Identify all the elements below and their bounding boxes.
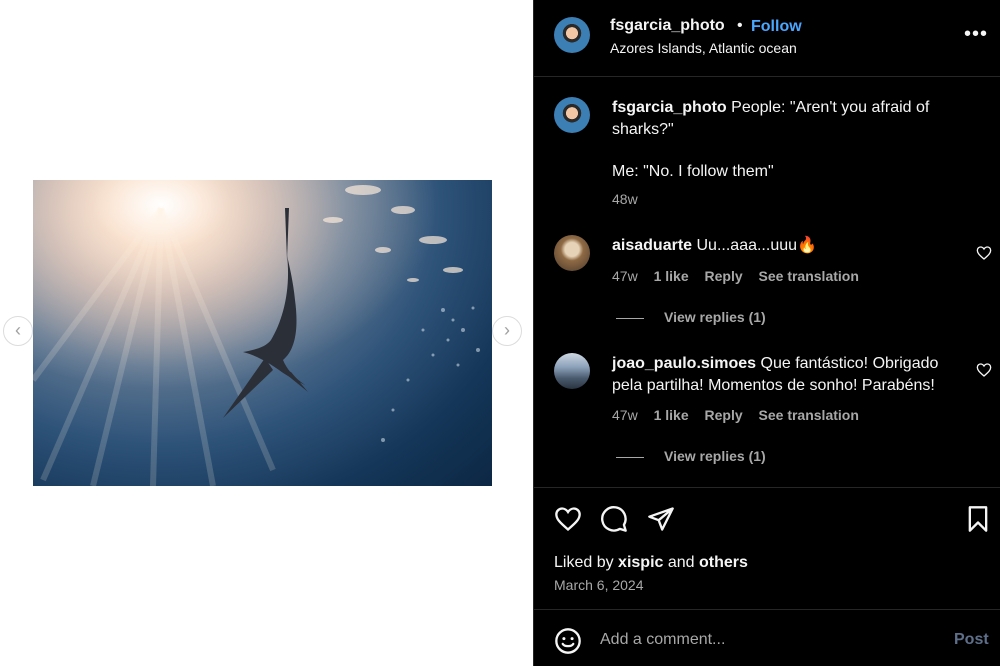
- like-comment-heart-icon[interactable]: [976, 245, 992, 261]
- comment-bubble-icon[interactable]: [600, 505, 628, 533]
- author-username[interactable]: fsgarcia_photo: [610, 17, 725, 35]
- liked-by-text: Liked by xispic and others: [554, 554, 748, 572]
- emoji-icon[interactable]: [554, 627, 582, 655]
- caption-meta: 48w: [612, 191, 650, 207]
- comment-avatar[interactable]: [554, 235, 590, 271]
- post-location[interactable]: Azores Islands, Atlantic ocean: [610, 40, 797, 56]
- view-replies-button[interactable]: View replies (1): [616, 448, 766, 464]
- view-replies-label: View replies (1): [664, 448, 766, 464]
- comment-input[interactable]: [600, 628, 940, 652]
- caption-line-2: Me: "No. I follow them": [612, 163, 774, 180]
- comment-reply-button[interactable]: Reply: [705, 407, 743, 423]
- liked-by-user[interactable]: xispic: [618, 554, 663, 571]
- caption-username[interactable]: fsgarcia_photo: [612, 99, 727, 116]
- post-panel: fsgarcia_photo • Follow Azores Islands, …: [533, 0, 1000, 666]
- media-pane: ‹ ›: [0, 0, 533, 666]
- post-comment-button[interactable]: Post: [954, 631, 989, 649]
- comments-list: fsgarcia_photo People: "Aren't you afrai…: [534, 77, 1000, 487]
- comment-username[interactable]: joao_paulo.simoes: [612, 355, 756, 372]
- caption-age: 48w: [612, 191, 638, 207]
- post-photo[interactable]: [33, 180, 492, 486]
- post-date[interactable]: March 6, 2024: [554, 577, 644, 593]
- add-comment-bar: Post: [534, 609, 1000, 666]
- comment-text: aisaduarte Uu...aaa...uuu🔥: [612, 235, 967, 257]
- view-replies-label: View replies (1): [664, 309, 766, 325]
- more-options-icon[interactable]: •••: [964, 24, 988, 44]
- like-heart-icon[interactable]: [554, 505, 582, 533]
- separator-dot: •: [737, 17, 743, 34]
- comment-like-count[interactable]: 1 like: [654, 268, 689, 284]
- comment-content: Uu...aaa...uuu🔥: [696, 237, 817, 254]
- liked-by-prefix: Liked by: [554, 554, 614, 571]
- like-comment-heart-icon[interactable]: [976, 362, 992, 378]
- comment-text: joao_paulo.simoes Que fantástico! Obriga…: [612, 353, 967, 397]
- replies-divider-line: [616, 317, 644, 319]
- shark-photo-illustration: [33, 180, 492, 486]
- comment-username[interactable]: aisaduarte: [612, 237, 692, 254]
- comment-age: 47w: [612, 268, 638, 284]
- comment-reply-button[interactable]: Reply: [705, 268, 743, 284]
- caption-author-avatar[interactable]: [554, 97, 590, 133]
- comment-like-count[interactable]: 1 like: [654, 407, 689, 423]
- liked-by-others[interactable]: others: [699, 554, 748, 571]
- share-send-icon[interactable]: [647, 505, 675, 533]
- save-bookmark-icon[interactable]: [964, 505, 992, 533]
- comment-avatar[interactable]: [554, 353, 590, 389]
- view-replies-button[interactable]: View replies (1): [616, 309, 766, 325]
- next-photo-button[interactable]: ›: [492, 316, 522, 346]
- previous-photo-button[interactable]: ‹: [3, 316, 33, 346]
- follow-button[interactable]: Follow: [751, 18, 802, 36]
- post-header: fsgarcia_photo • Follow Azores Islands, …: [534, 0, 1000, 77]
- replies-divider-line: [616, 456, 644, 458]
- author-avatar[interactable]: [554, 17, 590, 53]
- liked-by-and: and: [667, 554, 695, 571]
- comment-meta: 47w 1 like Reply See translation: [612, 407, 871, 423]
- caption-text: fsgarcia_photo People: "Aren't you afrai…: [612, 97, 967, 141]
- comment-age: 47w: [612, 407, 638, 423]
- post-actions: Liked by xispic and others March 6, 2024: [534, 487, 1000, 609]
- comment-meta: 47w 1 like Reply See translation: [612, 268, 871, 284]
- see-translation-button[interactable]: See translation: [759, 268, 859, 284]
- see-translation-button[interactable]: See translation: [759, 407, 859, 423]
